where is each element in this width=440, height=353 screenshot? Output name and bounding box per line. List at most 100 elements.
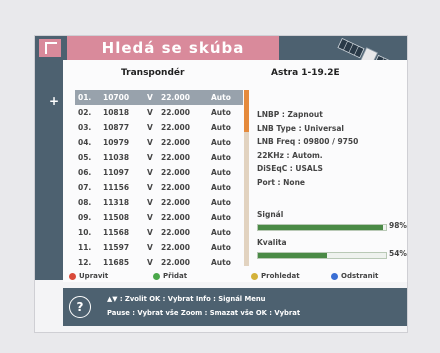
quality-bar-fill (258, 253, 328, 258)
scrollbar-thumb[interactable] (244, 90, 249, 132)
row-frequency: 11508 (103, 213, 130, 222)
row-fec: Auto (211, 213, 231, 222)
transponder-row[interactable]: 10. 11568 V 22.000 Auto (75, 225, 243, 240)
row-symbol-rate: 22.000 (161, 138, 190, 147)
scrollbar[interactable] (244, 90, 249, 266)
row-fec: Auto (211, 198, 231, 207)
row-number: 11. (78, 243, 92, 252)
row-polarity: V (147, 243, 153, 252)
lnb-info: LNBP : Zapnout LNB Type : Universal LNB … (257, 108, 358, 189)
row-frequency: 11097 (103, 168, 130, 177)
quality-value: 54% (389, 249, 407, 258)
yellow-dot-icon (251, 272, 258, 280)
port-setting: Port : None (257, 177, 306, 187)
row-number: 05. (78, 153, 92, 162)
row-fec: Auto (211, 258, 231, 267)
transponder-row[interactable]: 09. 11508 V 22.000 Auto (75, 210, 243, 225)
row-frequency: 10877 (103, 123, 130, 132)
transponder-row[interactable]: 07. 11156 V 22.000 Auto (75, 180, 243, 195)
row-symbol-rate: 22.000 (161, 153, 190, 162)
row-symbol-rate: 22.000 (161, 93, 190, 102)
row-frequency: 11156 (103, 183, 130, 192)
blue-key-label: Odstranit (341, 272, 379, 280)
row-symbol-rate: 22.000 (161, 243, 190, 252)
transponder-row[interactable]: 02. 10818 V 22.000 Auto (75, 105, 243, 120)
blue-key-button[interactable]: Odstranit (331, 272, 378, 280)
transponder-row[interactable]: 08. 11318 V 22.000 Auto (75, 195, 243, 210)
signal-value: 98% (389, 221, 407, 230)
selection-marker: + (49, 94, 60, 108)
lnbp-setting: LNBP : Zapnout (257, 110, 323, 119)
row-fec: Auto (211, 183, 231, 192)
transponder-row[interactable]: 12. 11685 V 22.000 Auto (75, 255, 243, 270)
row-number: 10. (78, 228, 92, 237)
row-number: 07. (78, 183, 92, 192)
quality-label: Kvalita (257, 238, 287, 247)
help-line-2: Pause : Vybrat vše Zoom : Smazat vše OK … (107, 309, 301, 317)
transponder-row[interactable]: 05. 11038 V 22.000 Auto (75, 150, 243, 165)
row-polarity: V (147, 138, 153, 147)
row-fec: Auto (211, 153, 231, 162)
row-fec: Auto (211, 243, 231, 252)
22khz-setting: 22KHz : Autom. (257, 150, 323, 160)
transponder-row[interactable]: 04. 10979 V 22.000 Auto (75, 135, 243, 150)
red-key-button[interactable]: Upravit (69, 272, 108, 280)
row-polarity: V (147, 258, 153, 267)
blue-dot-icon (331, 272, 338, 280)
row-symbol-rate: 22.000 (161, 168, 190, 177)
row-fec: Auto (211, 93, 231, 102)
row-symbol-rate: 22.000 (161, 123, 190, 132)
row-frequency: 11318 (103, 198, 130, 207)
transponder-row[interactable]: 06. 11097 V 22.000 Auto (75, 165, 243, 180)
lnb-freq-setting: LNB Freq : 09800 / 9750 (257, 137, 359, 146)
row-number: 01. (78, 93, 92, 102)
row-frequency: 11685 (103, 258, 130, 267)
diseqc-setting: DiSEqC : USALS (257, 164, 323, 173)
row-polarity: V (147, 213, 153, 222)
row-polarity: V (147, 228, 153, 237)
quality-bar (257, 252, 387, 259)
green-key-button[interactable]: Přidat (153, 272, 187, 280)
row-fec: Auto (211, 108, 231, 117)
row-symbol-rate: 22.000 (161, 198, 190, 207)
help-line-1: ▲▼ : Zvolit OK : Vybrat Info : Signál Me… (107, 295, 266, 303)
page-title: Hledá se skúba (101, 39, 245, 57)
row-polarity: V (147, 198, 153, 207)
help-footer: ? ▲▼ : Zvolit OK : Vybrat Info : Signál … (63, 288, 407, 326)
row-number: 02. (78, 108, 92, 117)
row-fec: Auto (211, 138, 231, 147)
row-frequency: 10700 (103, 93, 130, 102)
row-fec: Auto (211, 168, 231, 177)
help-icon: ? (69, 296, 91, 318)
row-polarity: V (147, 108, 153, 117)
search-menu-icon (39, 39, 61, 57)
transponder-row[interactable]: 01. 10700 V 22.000 Auto (75, 90, 243, 105)
row-frequency: 11568 (103, 228, 130, 237)
row-polarity: V (147, 153, 153, 162)
row-fec: Auto (211, 228, 231, 237)
row-number: 12. (78, 258, 92, 267)
transponder-row[interactable]: 11. 11597 V 22.000 Auto (75, 240, 243, 255)
lnb-type-setting: LNB Type : Universal (257, 123, 344, 133)
row-symbol-rate: 22.000 (161, 108, 190, 117)
row-fec: Auto (211, 123, 231, 132)
green-key-label: Přidat (163, 272, 188, 280)
row-symbol-rate: 22.000 (161, 213, 190, 222)
row-frequency: 10818 (103, 108, 130, 117)
row-number: 06. (78, 168, 92, 177)
color-key-legend: Upravit Přidat Prohledat Odstranit (63, 272, 407, 286)
transponder-list[interactable]: 01. 10700 V 22.000 Auto 02. 10818 V 22.000 Auto 03… (75, 90, 243, 270)
yellow-key-label: Prohledat (261, 272, 300, 280)
satellite-header: Astra 1-19.2E (271, 68, 340, 78)
signal-bar (257, 224, 387, 231)
row-number: 09. (78, 213, 92, 222)
row-number: 03. (78, 123, 92, 132)
transponder-row[interactable]: 03. 10877 V 22.000 Auto (75, 120, 243, 135)
left-strip (35, 60, 63, 280)
signal-bar-fill (258, 225, 384, 230)
row-polarity: V (147, 93, 153, 102)
row-polarity: V (147, 168, 153, 177)
row-symbol-rate: 22.000 (161, 183, 190, 192)
red-key-label: Upravit (79, 272, 109, 280)
yellow-key-button[interactable]: Prohledat (251, 272, 300, 280)
